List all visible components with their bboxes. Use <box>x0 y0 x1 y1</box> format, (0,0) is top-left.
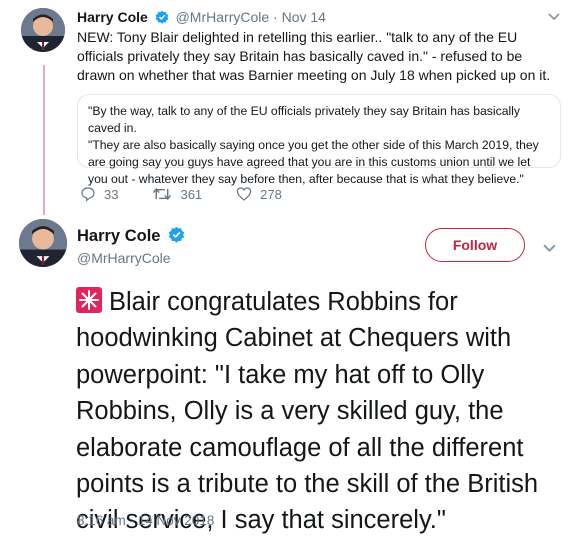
tweet-time[interactable]: Nov 14 <box>282 9 326 25</box>
tweet-header: Harry Cole @MrHarryCole · Nov 14 <box>77 9 326 27</box>
thread-connector-line <box>43 65 45 215</box>
tweet-timestamp[interactable]: 8:16 am - 14 Nov 2018 <box>77 513 214 528</box>
author-handle[interactable]: @MrHarryCole <box>77 250 171 266</box>
like-button[interactable]: 278 <box>236 186 282 202</box>
chevron-down-icon[interactable] <box>543 240 556 258</box>
verified-badge-icon <box>155 10 169 27</box>
quote-line: "They are also basically saying once you… <box>88 138 539 186</box>
avatar[interactable] <box>19 219 67 267</box>
separator-dot: · <box>273 9 278 25</box>
avatar[interactable] <box>21 8 65 52</box>
quote-card[interactable]: "By the way, talk to any of the EU offic… <box>77 94 561 186</box>
reply-button[interactable]: 33 <box>80 186 118 202</box>
like-count: 278 <box>260 186 282 202</box>
heart-icon <box>236 187 252 201</box>
author-name[interactable]: Harry Cole <box>77 9 148 25</box>
retweet-button[interactable]: 361 <box>152 186 202 202</box>
tweet-actions: 33 361 278 <box>80 186 316 202</box>
retweet-icon <box>153 187 172 201</box>
follow-button[interactable]: Follow <box>425 228 525 262</box>
author-name[interactable]: Harry Cole <box>77 227 160 245</box>
quote-line: "By the way, talk to any of the EU offic… <box>88 104 520 135</box>
author-name-row: Harry Cole <box>77 226 188 248</box>
tweet-text: NEW: Tony Blair delighted in retelling t… <box>77 29 551 83</box>
reply-count: 33 <box>104 186 119 202</box>
verified-badge-icon <box>168 226 185 248</box>
tweet-body: Blair congratulates Robbins for hoodwink… <box>76 288 539 535</box>
author-handle[interactable]: @MrHarryCole <box>176 9 270 25</box>
chevron-down-icon[interactable] <box>548 8 560 26</box>
siren-icon <box>76 287 102 313</box>
retweet-count: 361 <box>180 186 203 202</box>
tweet-text: Blair congratulates Robbins for hoodwink… <box>76 284 566 539</box>
reply-icon <box>81 187 95 202</box>
